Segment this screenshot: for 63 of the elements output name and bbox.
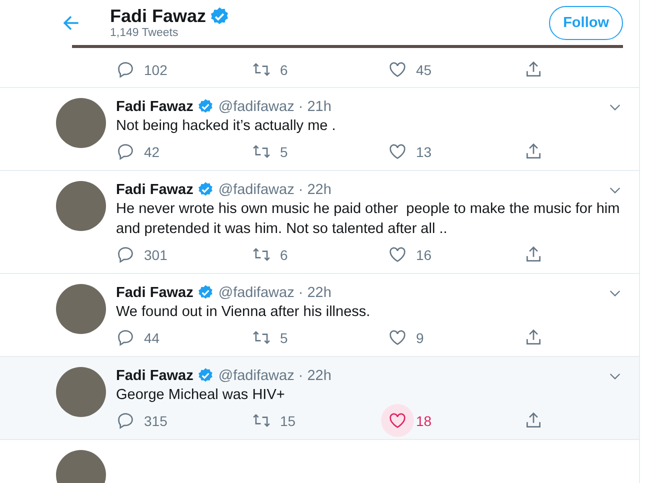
retweet-icon[interactable] xyxy=(252,142,271,161)
tweet-card[interactable]: Fadi Fawaz @fadifawaz · 22h He never wrote his own music he paid other people to make the music for him and pretended it was him. Not so talented after all .. 301 6 16 xyxy=(0,171,639,274)
share-icon[interactable] xyxy=(524,328,543,347)
heart-icon[interactable] xyxy=(388,142,407,161)
author-handle: @fadifawaz xyxy=(218,182,294,198)
author-handle: @fadifawaz xyxy=(218,98,294,114)
heart-icon[interactable] xyxy=(388,328,407,347)
tweet-time[interactable]: 21h xyxy=(307,98,332,114)
tweet-text: Not being hacked it’s actually me . xyxy=(116,117,337,136)
like-count: 9 xyxy=(416,330,424,346)
heart-icon[interactable] xyxy=(388,245,407,264)
heart-icon[interactable] xyxy=(388,60,407,79)
tweet-text: He never wrote his own music he paid other people to make the music for him and pretended it was him. Not so talented after all .. xyxy=(116,200,621,239)
reply-count: 44 xyxy=(144,330,160,346)
avatar[interactable] xyxy=(56,181,106,231)
retweet-count: 15 xyxy=(280,412,296,428)
share-icon[interactable] xyxy=(524,245,543,264)
tweet-time[interactable]: 22h xyxy=(307,182,332,198)
tweet-card[interactable]: Fadi Fawaz @fadifawaz · 21h Not being hacked it’s actually me . 42 5 13 xyxy=(0,88,639,171)
tweet-time[interactable]: 22h xyxy=(307,368,332,384)
reply-icon[interactable] xyxy=(116,328,135,347)
tweet-card[interactable]: Fadi Fawaz @fadifawaz · 22h George Micheal was HIV+ 315 15 18 xyxy=(0,357,639,440)
tweet-text: We found out in Vienna after his illness. xyxy=(116,303,372,322)
avatar[interactable] xyxy=(56,284,106,334)
like-count: 45 xyxy=(416,62,432,78)
retweet-count: 5 xyxy=(280,330,288,346)
reply-icon[interactable] xyxy=(116,411,135,430)
retweet-icon[interactable] xyxy=(252,411,271,430)
avatar[interactable] xyxy=(56,98,106,148)
tweet-text: George Micheal was HIV+ xyxy=(116,386,286,405)
retweet-icon[interactable] xyxy=(252,328,271,347)
retweet-count: 6 xyxy=(280,246,288,262)
author-name[interactable]: Fadi Fawaz xyxy=(116,284,194,300)
separator-dot: · xyxy=(298,98,304,114)
share-icon[interactable] xyxy=(524,60,543,79)
like-count: 16 xyxy=(416,246,432,262)
author-name[interactable]: Fadi Fawaz xyxy=(116,182,194,198)
separator-dot: · xyxy=(298,368,304,384)
like-count: 18 xyxy=(416,412,432,428)
separator-dot: · xyxy=(298,182,304,198)
tweet-count: 1,149 Tweets xyxy=(110,27,180,39)
retweet-icon[interactable] xyxy=(252,245,271,264)
author-name[interactable]: Fadi Fawaz xyxy=(116,98,194,114)
share-icon[interactable] xyxy=(524,142,543,161)
reply-count: 42 xyxy=(144,144,160,160)
reply-count: 315 xyxy=(144,412,168,428)
reply-icon[interactable] xyxy=(116,245,135,264)
reply-icon[interactable] xyxy=(116,142,135,161)
author-handle: @fadifawaz xyxy=(218,284,294,300)
tweet-time[interactable]: 22h xyxy=(307,284,332,300)
like-count: 13 xyxy=(416,144,432,160)
retweet-count: 5 xyxy=(280,144,288,160)
profile-name: Fadi Fawaz xyxy=(110,6,206,27)
separator-dot: · xyxy=(298,284,304,300)
author-handle: @fadifawaz xyxy=(218,368,294,384)
reply-count: 102 xyxy=(144,62,168,78)
retweet-count: 6 xyxy=(280,62,288,78)
retweet-icon[interactable] xyxy=(252,60,271,79)
author-name[interactable]: Fadi Fawaz xyxy=(116,368,194,384)
reply-count: 301 xyxy=(144,246,168,262)
reply-icon[interactable] xyxy=(116,60,135,79)
share-icon[interactable] xyxy=(524,411,543,430)
avatar[interactable] xyxy=(56,367,106,417)
